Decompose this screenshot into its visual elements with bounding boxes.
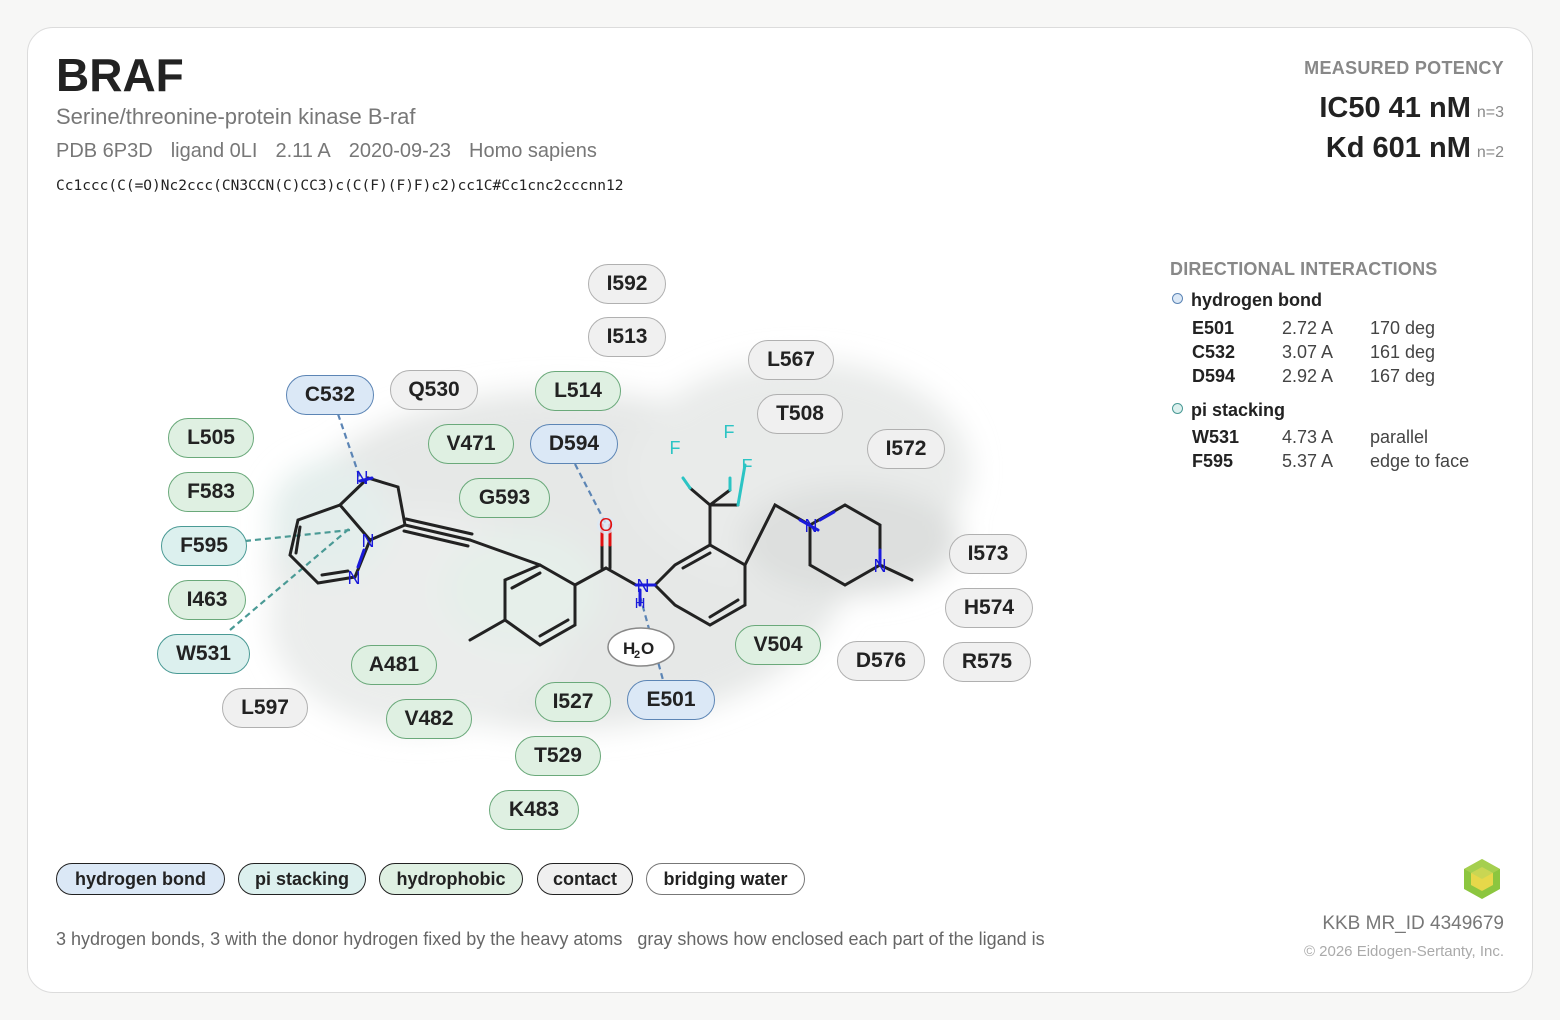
residue-I527[interactable]: I527 xyxy=(535,682,611,722)
atom-nitrogen: N xyxy=(805,516,818,536)
residue-W531[interactable]: W531 xyxy=(157,634,250,674)
copyright: © 2026 Eidogen-Sertanty, Inc. xyxy=(1303,943,1504,960)
residue-D594[interactable]: D594 xyxy=(530,424,618,464)
residue-L514[interactable]: L514 xyxy=(535,371,621,411)
eidogen-logo-icon xyxy=(1464,859,1500,899)
atom-nitrogen: N xyxy=(874,556,887,576)
residue-F595[interactable]: F595 xyxy=(161,526,247,566)
legend-water[interactable]: bridging water xyxy=(646,863,805,895)
residue-K483[interactable]: K483 xyxy=(489,790,579,830)
atom-oxygen: O xyxy=(599,515,613,535)
atom-fluorine: F xyxy=(670,438,681,458)
bridging-water: H 2 O xyxy=(607,627,675,667)
residue-I572[interactable]: I572 xyxy=(867,429,945,469)
atom-hydrogen: H xyxy=(635,595,646,612)
footer-notes: 3 hydrogen bonds, 3 with the donor hydro… xyxy=(56,929,1045,950)
legend-hydrophobic[interactable]: hydrophobic xyxy=(379,863,523,895)
residue-V471[interactable]: V471 xyxy=(428,424,514,464)
residue-I463[interactable]: I463 xyxy=(168,580,246,620)
residue-A481[interactable]: A481 xyxy=(351,645,437,685)
residue-C532[interactable]: C532 xyxy=(286,375,374,415)
atom-nitrogen: N xyxy=(356,468,369,488)
residue-T529[interactable]: T529 xyxy=(515,736,601,776)
legend-pistack[interactable]: pi stacking xyxy=(238,863,366,895)
residue-Q530[interactable]: Q530 xyxy=(390,370,478,410)
legend-hbond[interactable]: hydrogen bond xyxy=(56,863,225,895)
residue-R575[interactable]: R575 xyxy=(943,642,1031,682)
atom-nitrogen: N xyxy=(348,568,361,588)
record-id: KKB MR_ID 4349679 xyxy=(1322,913,1504,934)
residue-I573[interactable]: I573 xyxy=(949,534,1027,574)
atom-nitrogen: N xyxy=(362,531,375,551)
residue-I592[interactable]: I592 xyxy=(588,264,666,304)
atom-fluorine: F xyxy=(724,422,735,442)
footer-note: 3 hydrogen bonds, 3 with the donor hydro… xyxy=(56,929,623,949)
residue-L567[interactable]: L567 xyxy=(748,340,834,380)
residue-L505[interactable]: L505 xyxy=(168,418,254,458)
water-sub: 2 xyxy=(634,649,640,661)
residue-L597[interactable]: L597 xyxy=(222,688,308,728)
residue-V482[interactable]: V482 xyxy=(386,699,472,739)
legend-contact[interactable]: contact xyxy=(537,863,633,895)
residue-H574[interactable]: H574 xyxy=(945,588,1033,628)
footer-note: gray shows how enclosed each part of the… xyxy=(637,929,1045,949)
residue-D576[interactable]: D576 xyxy=(837,641,925,681)
residue-T508[interactable]: T508 xyxy=(757,394,843,434)
residue-I513[interactable]: I513 xyxy=(588,317,666,357)
water-o: O xyxy=(641,639,654,658)
residue-F583[interactable]: F583 xyxy=(168,472,254,512)
atom-nitrogen: N xyxy=(637,576,650,596)
residue-V504[interactable]: V504 xyxy=(735,625,821,665)
residue-E501[interactable]: E501 xyxy=(627,680,715,720)
residue-G593[interactable]: G593 xyxy=(459,478,550,518)
atom-fluorine: F xyxy=(742,456,753,476)
